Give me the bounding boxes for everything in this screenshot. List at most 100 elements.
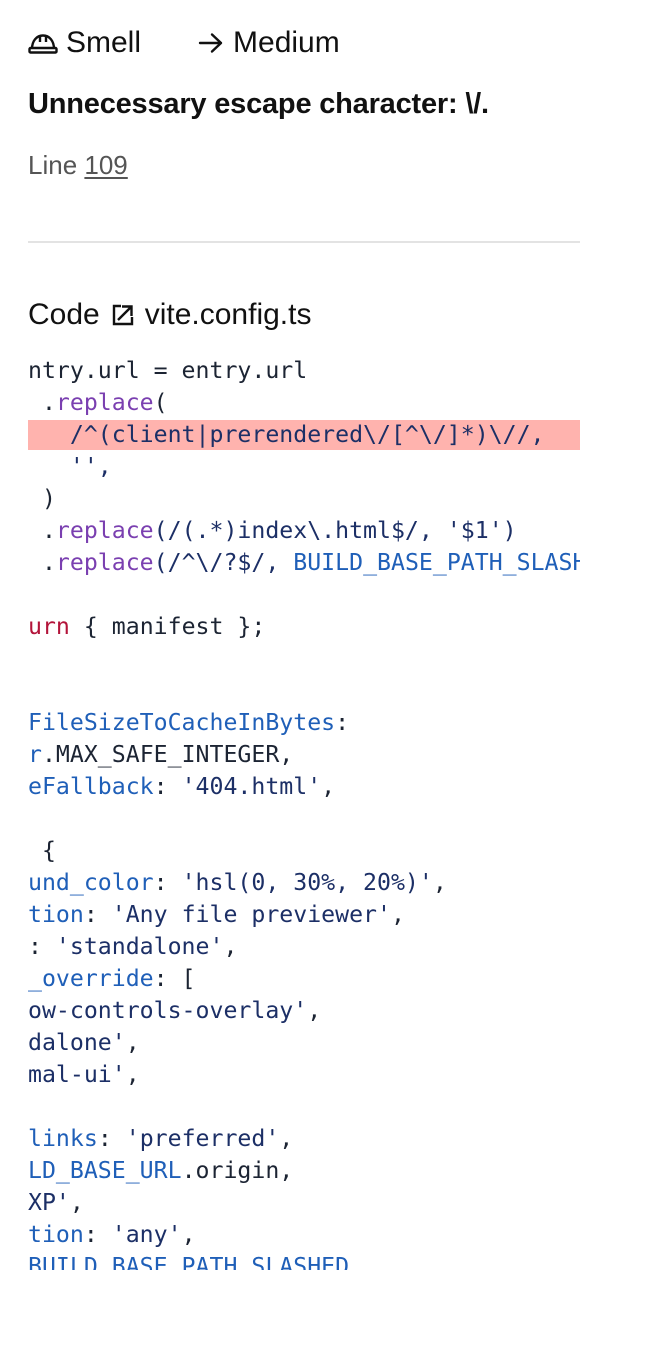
code-token: replace (55, 389, 154, 416)
code-token: '404.html' (181, 773, 322, 800)
line-prefix: Line (28, 150, 78, 180)
severity-tag: Medium (197, 26, 340, 60)
code-token: FileSizeToCacheInBytes (28, 709, 336, 736)
code-token: ntry.url = entry.url (28, 357, 308, 384)
code-token: : (153, 773, 182, 800)
code-line: dalone', (28, 1028, 140, 1058)
code-token: : (83, 901, 112, 928)
code-line: : 'standalone', (28, 932, 237, 962)
code-line: .replace(/^\/?$/, BUILD_BASE_PATH_SLASHE… (28, 548, 580, 578)
code-token: . (28, 549, 56, 576)
issue-type-tag: Smell (28, 26, 141, 60)
code-line: _override: [ (28, 964, 196, 994)
code-token: (/^\/?$/, (153, 549, 294, 576)
code-token: .origin, (181, 1157, 294, 1184)
code-token: ow-controls-overlay' (28, 997, 308, 1024)
code-token: 'Any file previewer' (111, 901, 391, 928)
code-token: 'standalone' (55, 933, 224, 960)
code-token: BUILD_BASE_PATH_SLASHED (293, 549, 580, 576)
code-line: ow-controls-overlay', (28, 996, 321, 1026)
code-token: LD_BASE_URL (28, 1157, 182, 1184)
code-token: , (432, 869, 447, 896)
code-token: , (349, 1253, 364, 1270)
issue-meta-row: Smell Medium (28, 22, 340, 64)
code-token: /^(client|prerendered\/[^\/]*)\//, (28, 421, 545, 448)
code-token: , (279, 1125, 294, 1152)
code-token: . (28, 517, 56, 544)
code-token: XP' (28, 1189, 70, 1216)
code-token: : (153, 869, 182, 896)
code-line: und_color: 'hsl(0, 30%, 20%)', (28, 868, 447, 898)
code-token: urn (28, 613, 70, 640)
code-line: tion: 'any', (28, 1220, 196, 1250)
code-token: , (390, 901, 405, 928)
code-line: LD_BASE_URL.origin, (28, 1156, 293, 1186)
code-token: : (28, 933, 56, 960)
issue-title: Unnecessary escape character: \/. (28, 88, 489, 120)
issue-type-label: Smell (66, 26, 142, 59)
code-token: '', (28, 453, 112, 480)
code-token: { manifest }; (69, 613, 266, 640)
code-token: 'hsl(0, 30%, 20%)' (181, 869, 433, 896)
line-reference: Line 109 (28, 150, 128, 181)
code-token: , (181, 1221, 196, 1248)
code-line: ntry.url = entry.url (28, 356, 307, 386)
file-name[interactable]: vite.config.ts (145, 298, 312, 332)
hard-hat-icon (28, 34, 58, 54)
code-token: .MAX_SAFE_INTEGER, (41, 741, 294, 768)
code-line: ) (28, 484, 56, 514)
code-token: . (28, 389, 56, 416)
code-token: mal-ui' (28, 1061, 126, 1088)
code-token: replace (55, 517, 154, 544)
code-token: ) (28, 485, 56, 512)
line-number-link[interactable]: 109 (84, 150, 127, 180)
code-token: : (335, 709, 350, 736)
code-token: : [ (153, 965, 196, 992)
code-token: _override (28, 965, 154, 992)
code-token: tion (28, 901, 84, 928)
code-token: , (223, 933, 238, 960)
code-token: , (69, 1189, 84, 1216)
code-line: tion: 'Any file previewer', (28, 900, 405, 930)
code-token: BUILD_BASE_PATH_SLASHED (28, 1253, 350, 1270)
code-line: links: 'preferred', (28, 1124, 293, 1154)
external-link-icon (112, 304, 133, 326)
code-line: { (28, 836, 56, 866)
code-token: tion (28, 1221, 84, 1248)
code-line: BUILD_BASE_PATH_SLASHED, (28, 1252, 363, 1270)
code-line: .replace( (28, 388, 168, 418)
arrow-right-icon (198, 33, 223, 53)
code-token: { (28, 837, 56, 864)
code-line: '', (28, 452, 112, 482)
highlighted-code-line: /^(client|prerendered\/[^\/]*)\//, (28, 420, 580, 450)
severity-label: Medium (233, 26, 340, 59)
code-token: , (125, 1061, 140, 1088)
code-line: FileSizeToCacheInBytes: (28, 708, 349, 738)
code-section-heading: Code vite.config.ts (28, 298, 311, 332)
code-token: replace (55, 549, 154, 576)
code-viewer[interactable]: ntry.url = entry.url .replace( /^(client… (28, 356, 580, 1270)
code-token: links (28, 1125, 98, 1152)
open-file-link[interactable]: vite.config.ts (110, 298, 312, 332)
code-token: , (125, 1029, 140, 1056)
code-line: mal-ui', (28, 1060, 140, 1090)
code-token: , (307, 997, 322, 1024)
code-token: eFallback (28, 773, 154, 800)
code-token: 'any' (111, 1221, 182, 1248)
code-line: urn { manifest }; (28, 612, 265, 642)
code-token: , (321, 773, 336, 800)
code-token: 'preferred' (125, 1125, 280, 1152)
code-token: (/(.*)index\.html$/, '$1') (153, 517, 517, 544)
code-token: : (83, 1221, 112, 1248)
code-token: r (28, 741, 42, 768)
code-token: und_color (28, 869, 154, 896)
code-token: ( (153, 389, 168, 416)
section-divider (28, 241, 580, 243)
code-token: dalone' (28, 1029, 126, 1056)
code-token: : (97, 1125, 126, 1152)
